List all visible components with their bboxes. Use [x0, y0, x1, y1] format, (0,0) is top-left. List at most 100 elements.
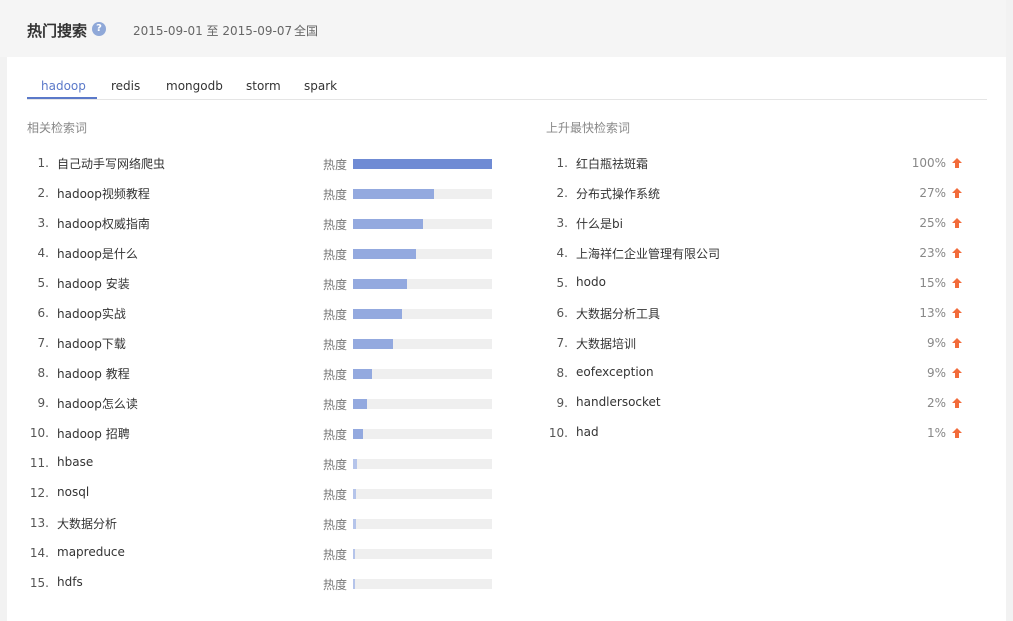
keyword-link[interactable]: hadoop 招聘 — [57, 425, 130, 442]
rising-keyword-row[interactable]: 3. 什么是bi 25% — [546, 214, 972, 234]
keyword-link[interactable]: hadoop是什么 — [57, 245, 138, 262]
tab-storm[interactable]: storm — [246, 79, 281, 93]
keyword-link[interactable]: hadoop权威指南 — [57, 215, 150, 232]
keyword-link[interactable]: 大数据分析工具 — [576, 305, 660, 322]
heat-bar-fill — [353, 489, 356, 499]
heat-bar-fill — [353, 549, 355, 559]
heat-bar-fill — [353, 519, 356, 529]
keyword-link[interactable]: hadoop视频教程 — [57, 185, 150, 202]
keyword-link[interactable]: 上海祥仁企业管理有限公司 — [576, 245, 720, 262]
keyword-link[interactable]: 什么是bi — [576, 215, 623, 232]
related-keyword-row[interactable]: 6. hadoop实战 热度 — [27, 304, 497, 324]
keyword-link[interactable]: 自己动手写网络爬虫 — [57, 155, 165, 172]
arrow-up-icon — [952, 158, 962, 168]
keyword-link[interactable]: hadoop 安装 — [57, 275, 130, 292]
heat-bar-fill — [353, 579, 355, 589]
related-keyword-row[interactable]: 13. 大数据分析 热度 — [27, 514, 497, 534]
rise-percent: 23% — [919, 246, 946, 260]
rising-keyword-row[interactable]: 2. 分布式操作系统 27% — [546, 184, 972, 204]
heat-bar-fill — [353, 429, 363, 439]
keyword-link[interactable]: mapreduce — [57, 545, 125, 559]
heat-label: 热度 — [323, 188, 348, 202]
rise-percent: 2% — [926, 396, 946, 410]
rise-percent: 13% — [919, 306, 946, 320]
rising-keyword-row[interactable]: 8. eofexception 9% — [546, 364, 972, 384]
keyword-link[interactable]: hadoop实战 — [57, 305, 126, 322]
related-keyword-row[interactable]: 9. hadoop怎么读 热度 — [27, 394, 497, 414]
rising-keywords-title: 上升最快检索词 — [546, 121, 631, 135]
heat-bar-fill — [353, 249, 416, 259]
question-icon[interactable]: ? — [92, 22, 106, 36]
row-index: 6. — [37, 306, 49, 320]
keyword-link[interactable]: hadoop 教程 — [57, 365, 130, 382]
heat-bar-fill — [353, 339, 393, 349]
rise-percent: 9% — [926, 366, 946, 380]
rising-keyword-row[interactable]: 6. 大数据分析工具 13% — [546, 304, 972, 324]
keyword-link[interactable]: hbase — [57, 455, 93, 469]
keyword-link[interactable]: 红白瓶祛斑霜 — [576, 155, 648, 172]
row-index: 14. — [29, 546, 49, 560]
keyword-link[interactable]: hadoop下载 — [57, 335, 126, 352]
heat-bar-track — [353, 579, 492, 589]
keyword-link[interactable]: handlersocket — [576, 395, 661, 409]
heat-bar-track — [353, 339, 492, 349]
related-keyword-row[interactable]: 1. 自己动手写网络爬虫 热度 — [27, 154, 497, 174]
arrow-up-icon — [952, 308, 962, 318]
row-index: 1. — [556, 156, 568, 170]
row-index: 8. — [37, 366, 49, 380]
related-keyword-row[interactable]: 14. mapreduce 热度 — [27, 544, 497, 564]
related-keywords-title: 相关检索词 — [27, 121, 88, 135]
heat-bar-fill — [353, 159, 492, 169]
tab-redis[interactable]: redis — [111, 79, 140, 93]
heat-bar-fill — [353, 219, 423, 229]
keyword-link[interactable]: 大数据分析 — [57, 515, 117, 532]
rising-keyword-row[interactable]: 1. 红白瓶祛斑霜 100% — [546, 154, 972, 174]
related-keyword-row[interactable]: 15. hdfs 热度 — [27, 574, 497, 594]
related-keyword-row[interactable]: 8. hadoop 教程 热度 — [27, 364, 497, 384]
keyword-tabs: hadoop redis mongodb storm spark — [27, 76, 987, 100]
tab-spark[interactable]: spark — [304, 79, 337, 93]
keyword-link[interactable]: hadoop怎么读 — [57, 395, 138, 412]
keyword-link[interactable]: 分布式操作系统 — [576, 185, 660, 202]
rising-keyword-row[interactable]: 10. had 1% — [546, 424, 972, 444]
keyword-link[interactable]: nosql — [57, 485, 89, 499]
heat-bar-fill — [353, 399, 367, 409]
related-keyword-row[interactable]: 11. hbase 热度 — [27, 454, 497, 474]
keyword-link[interactable]: had — [576, 425, 599, 439]
row-index: 5. — [37, 276, 49, 290]
related-keyword-row[interactable]: 3. hadoop权威指南 热度 — [27, 214, 497, 234]
row-index: 8. — [556, 366, 568, 380]
related-keyword-row[interactable]: 2. hadoop视频教程 热度 — [27, 184, 497, 204]
tab-mongodb[interactable]: mongodb — [166, 79, 223, 93]
keyword-link[interactable]: hdfs — [57, 575, 83, 589]
heat-label: 热度 — [323, 278, 348, 292]
related-keyword-row[interactable]: 10. hadoop 招聘 热度 — [27, 424, 497, 444]
row-index: 13. — [29, 516, 49, 530]
heat-label: 热度 — [323, 368, 348, 382]
heat-bar-track — [353, 519, 492, 529]
active-tab-indicator — [27, 97, 97, 99]
region-label: 全国 — [294, 24, 319, 38]
heat-label: 热度 — [323, 338, 348, 352]
row-index: 7. — [37, 336, 49, 350]
related-keyword-row[interactable]: 5. hadoop 安装 热度 — [27, 274, 497, 294]
keyword-link[interactable]: hodo — [576, 275, 606, 289]
date-range: 2015-09-01 至 2015-09-07 — [133, 24, 293, 38]
rising-keyword-row[interactable]: 7. 大数据培训 9% — [546, 334, 972, 354]
row-index: 3. — [37, 216, 49, 230]
tab-hadoop[interactable]: hadoop — [41, 79, 86, 93]
rising-keyword-row[interactable]: 5. hodo 15% — [546, 274, 972, 294]
rising-keyword-row[interactable]: 4. 上海祥仁企业管理有限公司 23% — [546, 244, 972, 264]
arrow-up-icon — [952, 218, 962, 228]
related-keyword-row[interactable]: 7. hadoop下载 热度 — [27, 334, 497, 354]
heat-label: 热度 — [323, 548, 348, 562]
related-keyword-row[interactable]: 12. nosql 热度 — [27, 484, 497, 504]
arrow-up-icon — [952, 428, 962, 438]
keyword-link[interactable]: 大数据培训 — [576, 335, 636, 352]
rising-keyword-row[interactable]: 9. handlersocket 2% — [546, 394, 972, 414]
related-keyword-row[interactable]: 4. hadoop是什么 热度 — [27, 244, 497, 264]
rise-percent: 100% — [911, 156, 946, 170]
heat-label: 热度 — [323, 488, 348, 502]
page-title: 热门搜索 — [27, 22, 88, 40]
keyword-link[interactable]: eofexception — [576, 365, 654, 379]
